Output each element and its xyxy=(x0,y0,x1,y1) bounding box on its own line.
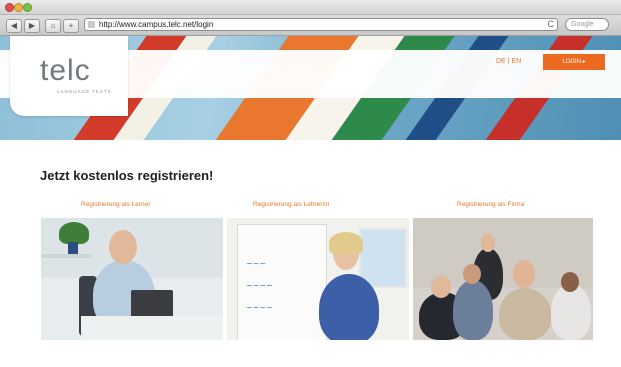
desk-image xyxy=(81,316,223,340)
teacher-photo[interactable]: ~~~ ~~~~ ~~~~ xyxy=(227,218,409,340)
person-figure xyxy=(499,288,551,340)
person-head xyxy=(561,272,579,292)
page-title: Jetzt kostenlos registrieren! xyxy=(40,168,214,183)
laptop-image xyxy=(131,290,173,318)
address-bar[interactable]: http://www.campus.telc.net/login C xyxy=(84,18,558,31)
whiteboard-scribble: ~~~~ xyxy=(246,281,273,290)
minimize-window-button[interactable] xyxy=(14,3,23,12)
person-hair xyxy=(329,232,363,254)
logo-wordmark: telc xyxy=(40,54,91,87)
bookmark-icon[interactable]: + xyxy=(63,19,79,33)
register-teacher-link[interactable]: Registrierung als Lehrer/in xyxy=(253,201,329,208)
register-learner-link[interactable]: Registrierung als Lerner xyxy=(81,201,150,208)
person-head xyxy=(513,260,535,288)
person-head xyxy=(463,264,481,284)
main-content: Jetzt kostenlos registrieren! Registrier… xyxy=(13,140,621,367)
plant-image xyxy=(59,222,89,244)
reload-icon[interactable]: C xyxy=(548,19,555,29)
whiteboard-scribble: ~~~ xyxy=(246,259,267,268)
browser-window: ◀ ▶ ⌂ + http://www.campus.telc.net/login… xyxy=(0,0,621,367)
person-figure xyxy=(453,280,493,340)
logo-tagline: LANGUAGE TESTS xyxy=(57,89,112,94)
person-figure xyxy=(319,274,379,340)
pot-image xyxy=(68,242,78,254)
language-switch[interactable]: DE | EN xyxy=(496,58,521,65)
home-icon[interactable]: ⌂ xyxy=(45,19,61,33)
person-head xyxy=(481,234,495,252)
url-text: http://www.campus.telc.net/login xyxy=(99,20,214,29)
company-photo[interactable] xyxy=(413,218,593,340)
logo[interactable]: telc LANGUAGE TESTS xyxy=(10,36,128,116)
forward-arrow-icon[interactable]: ▶ xyxy=(24,19,40,33)
photo-shelf xyxy=(41,254,91,258)
back-arrow-icon[interactable]: ◀ xyxy=(6,19,22,33)
title-bar xyxy=(0,0,621,15)
maximize-window-button[interactable] xyxy=(23,3,32,12)
whiteboard-image: ~~~ ~~~~ ~~~~ xyxy=(237,224,327,340)
window-image xyxy=(359,228,407,288)
browser-toolbar: ◀ ▶ ⌂ + http://www.campus.telc.net/login… xyxy=(0,15,621,36)
learner-photo[interactable] xyxy=(41,218,223,340)
person-head xyxy=(431,276,451,298)
login-button[interactable]: LOGIN ▸ xyxy=(543,54,605,70)
whiteboard-scribble: ~~~~ xyxy=(246,303,273,312)
close-window-button[interactable] xyxy=(5,3,14,12)
search-field[interactable]: Google xyxy=(565,18,609,31)
register-company-link[interactable]: Registrierung als Firma xyxy=(457,201,524,208)
person-head xyxy=(109,230,137,264)
person-figure xyxy=(551,284,591,340)
favicon-icon xyxy=(88,21,95,28)
